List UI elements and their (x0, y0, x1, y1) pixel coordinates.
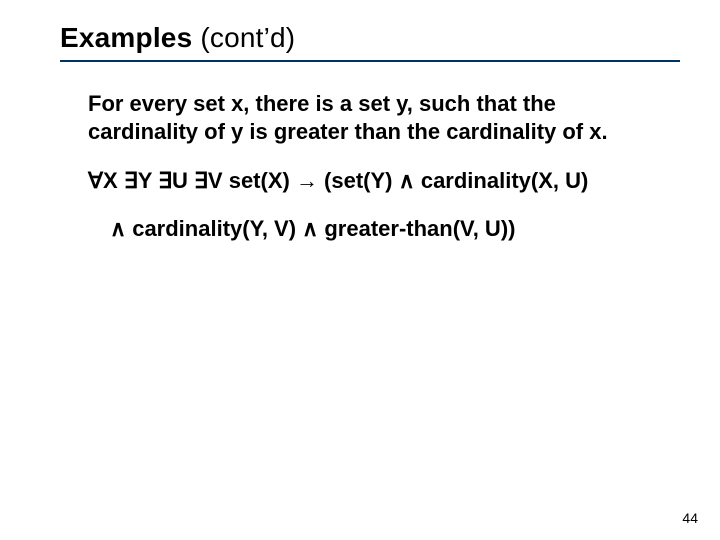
slide: Examples (cont’d) For every set x, there… (0, 0, 720, 540)
formula-line-1: ∀X ∃Y ∃U ∃V set(X) → (set(Y) ∧ cardinali… (88, 167, 680, 195)
slide-title: Examples (cont’d) (60, 22, 680, 54)
title-underline (60, 60, 680, 62)
title-bold: Examples (60, 22, 192, 53)
slide-body: For every set x, there is a set y, such … (60, 90, 680, 242)
statement-text: For every set x, there is a set y, such … (88, 90, 648, 145)
page-number: 44 (682, 510, 698, 526)
formula-line-2: ∧ cardinality(Y, V) ∧ greater-than(V, U)… (88, 215, 680, 243)
title-rest: (cont’d) (192, 22, 295, 53)
